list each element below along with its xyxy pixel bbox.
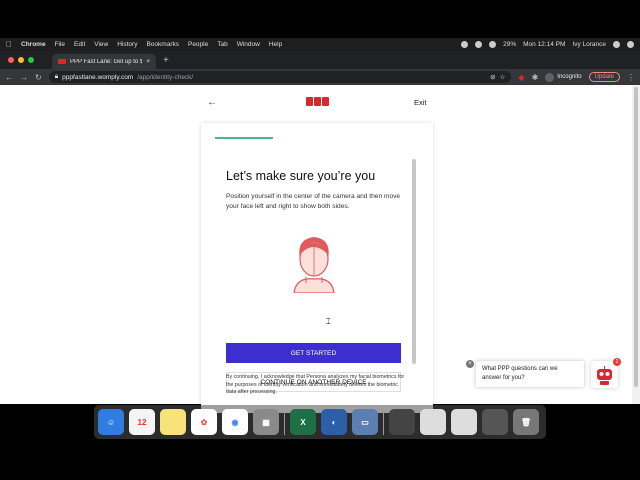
menu-view[interactable]: View xyxy=(94,41,108,48)
page-scrollbar[interactable] xyxy=(632,85,640,404)
url-path: /app/identity-check/ xyxy=(137,73,194,81)
page-content: ← Exit Let’s make sure you’re you Positi… xyxy=(0,85,632,413)
preview-icon[interactable]: ▭ xyxy=(352,409,378,435)
chat-unread-badge: 2 xyxy=(613,358,621,366)
identity-check-card: Let’s make sure you’re you Position your… xyxy=(201,123,433,413)
mac-dock: ☺ 12 ✿ ◉ ▦ X ◐ ▭ 🗑︎ xyxy=(94,405,546,439)
menu-help[interactable]: Help xyxy=(269,41,282,48)
tab-strip: PPP Fast Lane: Get up to $50k × + xyxy=(0,51,640,69)
mouse-cursor-icon: ⌶ xyxy=(326,317,331,326)
camera-blocked-icon[interactable]: ⊘ xyxy=(490,73,495,81)
lock-icon: 🔒︎ xyxy=(54,73,59,80)
control-center-icon[interactable] xyxy=(627,41,634,48)
page-title: Let’s make sure you’re you xyxy=(226,169,376,183)
dock-separator xyxy=(383,409,384,435)
exit-link[interactable]: Exit xyxy=(414,98,427,107)
url-host: pppfastlane.womply.com xyxy=(62,73,134,81)
menu-file[interactable]: File xyxy=(55,41,65,48)
trash-icon[interactable]: 🗑︎ xyxy=(513,409,539,435)
tab-title: PPP Fast Lane: Get up to $50k xyxy=(70,58,143,65)
record-icon[interactable] xyxy=(461,41,469,48)
minimize-window-icon[interactable] xyxy=(18,57,24,63)
instruction-text: Position yourself in the center of the c… xyxy=(226,193,401,210)
tab-active[interactable]: PPP Fast Lane: Get up to $50k × xyxy=(52,54,156,69)
maximize-window-icon[interactable] xyxy=(28,57,34,63)
close-tab-icon[interactable]: × xyxy=(146,59,150,65)
menu-tab[interactable]: Tab xyxy=(217,41,227,48)
mac-menubar:  Chrome File Edit View History Bookmark… xyxy=(0,38,640,51)
battery-percent[interactable]: 29% xyxy=(503,41,516,48)
menu-app-name[interactable]: Chrome xyxy=(21,41,46,48)
menu-history[interactable]: History xyxy=(117,41,137,48)
menu-dots-icon[interactable]: ⋮ xyxy=(627,73,635,82)
extension-icon[interactable]: ◆ xyxy=(518,73,524,82)
notes-icon[interactable] xyxy=(160,409,186,435)
back-arrow-icon[interactable]: ← xyxy=(207,97,217,108)
chat-close-icon[interactable]: × xyxy=(466,360,474,368)
window-thumbnail-icon[interactable] xyxy=(389,409,415,435)
biometrics-disclaimer: By continuing, I acknowledge that Person… xyxy=(226,374,405,395)
calendar-icon[interactable]: 12 xyxy=(129,409,155,435)
incognito-icon xyxy=(545,72,555,82)
menu-window[interactable]: Window xyxy=(237,41,260,48)
window-controls xyxy=(0,57,42,63)
address-bar[interactable]: 🔒︎ pppfastlane.womply.com/app/identity-c… xyxy=(48,71,512,83)
quicktime-icon[interactable]: ◐ xyxy=(321,409,347,435)
forward-icon[interactable]: → xyxy=(20,73,28,82)
user-name[interactable]: Ivy Lorance xyxy=(572,41,606,48)
finder-icon[interactable]: ☺ xyxy=(98,409,124,435)
bookmark-star-icon[interactable]: ☆ xyxy=(500,73,506,81)
chat-prompt-bubble[interactable]: What PPP questions can we answer for you… xyxy=(476,361,584,387)
menu-people[interactable]: People xyxy=(188,41,208,48)
womply-favicon-icon xyxy=(58,59,66,64)
back-icon[interactable]: ← xyxy=(5,73,13,82)
window-thumbnail-icon[interactable] xyxy=(420,409,446,435)
excel-icon[interactable]: X xyxy=(290,409,316,435)
dock-separator xyxy=(284,409,285,435)
menu-bookmarks[interactable]: Bookmarks xyxy=(146,41,179,48)
clock[interactable]: Mon 12:14 PM xyxy=(523,41,565,48)
chrome-icon[interactable]: ◉ xyxy=(222,409,248,435)
incognito-indicator[interactable]: Incognito xyxy=(545,72,582,82)
new-tab-icon[interactable]: + xyxy=(163,55,169,66)
apple-icon[interactable]:  xyxy=(6,40,12,49)
page-scrollbar-thumb[interactable] xyxy=(634,87,638,387)
get-started-button[interactable]: GET STARTED xyxy=(226,343,401,363)
incognito-label: Incognito xyxy=(557,74,582,80)
reload-icon[interactable]: ↻ xyxy=(35,73,42,82)
calendar-day: 12 xyxy=(137,417,147,427)
calculator-icon[interactable]: ▦ xyxy=(253,409,279,435)
extension-icon[interactable] xyxy=(475,41,483,48)
puzzle-icon[interactable]: ✱ xyxy=(532,73,539,82)
photos-icon[interactable]: ✿ xyxy=(191,409,217,435)
card-scrollbar[interactable] xyxy=(412,159,416,364)
face-illustration-icon xyxy=(293,237,335,293)
menu-edit[interactable]: Edit xyxy=(74,41,85,48)
window-thumbnail-icon[interactable] xyxy=(482,409,508,435)
wifi-icon[interactable] xyxy=(489,41,497,48)
window-thumbnail-icon[interactable] xyxy=(451,409,477,435)
close-window-icon[interactable] xyxy=(8,57,14,63)
search-icon[interactable] xyxy=(613,41,620,48)
chat-bot-button[interactable]: 2 xyxy=(591,358,621,388)
status-area: 29% Mon 12:14 PM Ivy Lorance xyxy=(461,41,634,48)
womply-logo xyxy=(306,97,329,106)
browser-toolbar: ← → ↻ 🔒︎ pppfastlane.womply.com/app/iden… xyxy=(0,69,640,85)
update-button[interactable]: Update xyxy=(588,72,620,82)
progress-bar xyxy=(215,137,273,139)
